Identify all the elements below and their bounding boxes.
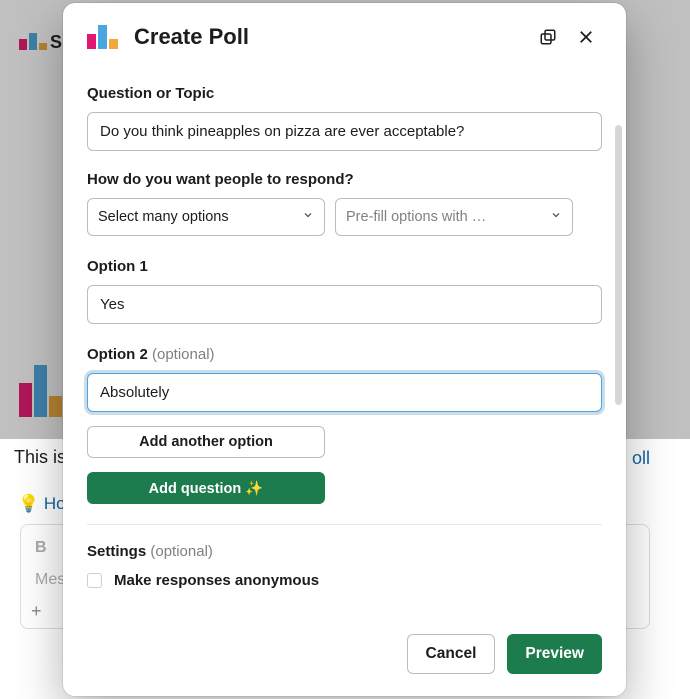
new-window-icon[interactable] xyxy=(532,21,564,53)
modal-body: Question or Topic How do you want people… xyxy=(63,69,626,619)
add-another-option-button[interactable]: Add another option xyxy=(87,426,325,458)
settings-optional-hint: (optional) xyxy=(150,543,213,560)
anonymous-label: Make responses anonymous xyxy=(114,572,319,589)
question-label: Question or Topic xyxy=(87,85,602,102)
option2-optional-hint: (optional) xyxy=(152,346,215,363)
modal-header: Create Poll xyxy=(63,3,626,69)
response-mode-select[interactable]: Select many options xyxy=(87,198,325,236)
format-bold-icon: B xyxy=(35,539,47,557)
close-icon[interactable] xyxy=(570,21,602,53)
lightbulb-icon: 💡 Ho xyxy=(18,494,66,514)
poll-app-logo-icon xyxy=(87,25,120,49)
bg-channel-text-left: This is xyxy=(14,447,66,468)
section-divider xyxy=(87,524,602,525)
option1-input[interactable] xyxy=(87,285,602,324)
anonymous-setting-row[interactable]: Make responses anonymous xyxy=(87,572,602,589)
option2-input[interactable] xyxy=(87,373,602,412)
response-mode-value: Select many options xyxy=(98,209,229,225)
chevron-down-icon xyxy=(302,209,314,225)
question-input[interactable] xyxy=(87,112,602,151)
respond-label: How do you want people to respond? xyxy=(87,171,602,188)
option1-label: Option 1 xyxy=(87,258,602,275)
prefill-value: Pre-fill options with … xyxy=(346,209,486,225)
scrollbar-thumb[interactable] xyxy=(615,125,622,405)
cancel-button[interactable]: Cancel xyxy=(407,634,496,674)
add-question-button[interactable]: Add question ✨ xyxy=(87,472,325,504)
bg-channel-text-right: oll xyxy=(632,448,650,469)
modal-footer: Cancel Preview xyxy=(63,619,626,696)
compose-plus-icon: + xyxy=(31,601,42,622)
modal-title: Create Poll xyxy=(134,24,532,50)
create-poll-modal: Create Poll Question or Topic How do you… xyxy=(63,3,626,696)
chevron-down-icon xyxy=(550,209,562,225)
settings-heading: Settings (optional) xyxy=(87,543,602,560)
option2-label: Option 2 (optional) xyxy=(87,346,602,363)
preview-button[interactable]: Preview xyxy=(507,634,602,674)
prefill-select[interactable]: Pre-fill options with … xyxy=(335,198,573,236)
anonymous-checkbox[interactable] xyxy=(87,573,102,588)
